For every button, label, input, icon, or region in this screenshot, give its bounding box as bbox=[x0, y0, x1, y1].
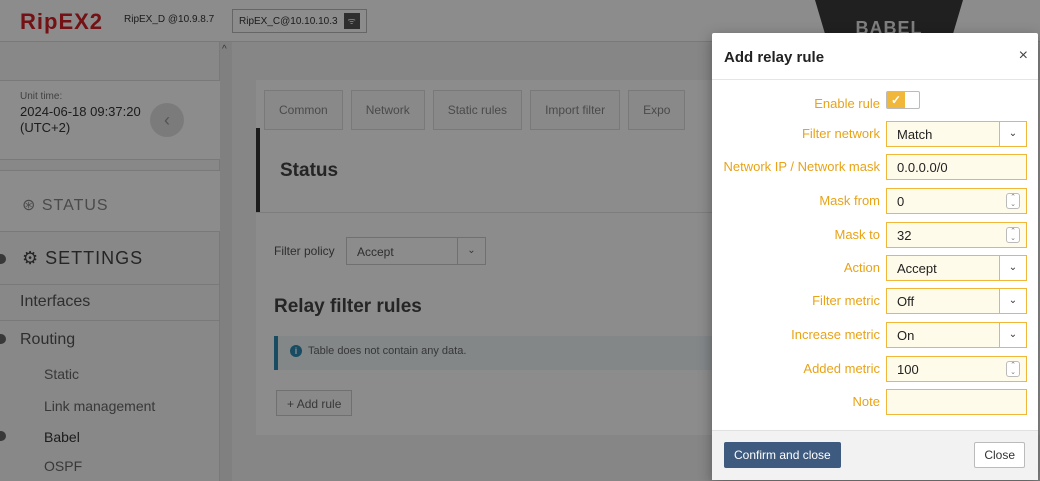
row-note: Note bbox=[712, 389, 1038, 415]
added-metric-label: Added metric bbox=[803, 361, 880, 376]
mask-to-label: Mask to bbox=[834, 227, 880, 242]
chevron-down-icon: ⌄ bbox=[999, 323, 1026, 347]
row-mask-to: Mask to 32 ⌃ ⌄ bbox=[712, 222, 1038, 248]
filter-metric-value: Off bbox=[897, 294, 915, 309]
chevron-down-icon: ⌄ bbox=[999, 289, 1026, 313]
row-increase-metric: Increase metric On ⌄ bbox=[712, 322, 1038, 348]
checkmark-icon: ✓ bbox=[887, 92, 905, 108]
close-icon[interactable]: × bbox=[1019, 47, 1028, 65]
spinner-icon[interactable]: ⌃ ⌄ bbox=[1006, 361, 1020, 377]
added-metric-input[interactable]: 100 ⌃ ⌄ bbox=[886, 356, 1027, 382]
mask-to-value: 32 bbox=[897, 228, 912, 243]
row-filter-network: Filter network Match ⌄ bbox=[712, 121, 1038, 147]
note-input[interactable] bbox=[886, 389, 1027, 415]
mask-from-label: Mask from bbox=[819, 193, 880, 208]
filter-network-value: Match bbox=[897, 127, 933, 142]
row-added-metric: Added metric 100 ⌃ ⌄ bbox=[712, 356, 1038, 382]
filter-metric-label: Filter metric bbox=[812, 293, 880, 308]
spinner-icon[interactable]: ⌃ ⌄ bbox=[1006, 193, 1020, 209]
row-mask-from: Mask from 0 ⌃ ⌄ bbox=[712, 188, 1038, 214]
row-filter-metric: Filter metric Off ⌄ bbox=[712, 288, 1038, 314]
mask-from-value: 0 bbox=[897, 194, 905, 209]
close-button[interactable]: Close bbox=[974, 442, 1025, 468]
network-ip-value: 0.0.0.0/0 bbox=[897, 160, 948, 175]
increase-metric-value: On bbox=[897, 328, 915, 343]
row-network-ip: Network IP / Network mask 0.0.0.0/0 bbox=[712, 154, 1038, 180]
enable-rule-toggle[interactable]: ✓ bbox=[886, 91, 920, 109]
enable-rule-label: Enable rule bbox=[814, 96, 880, 111]
row-action: Action Accept ⌄ bbox=[712, 255, 1038, 281]
chevron-down-icon: ⌄ bbox=[999, 122, 1026, 146]
chevron-down-icon: ⌄ bbox=[999, 256, 1026, 280]
action-value: Accept bbox=[897, 261, 937, 276]
add-relay-rule-dialog: Add relay rule × Enable rule ✓ Filter ne… bbox=[712, 33, 1038, 480]
confirm-and-close-button[interactable]: Confirm and close bbox=[724, 442, 841, 468]
filter-network-label: Filter network bbox=[801, 126, 880, 141]
increase-metric-select[interactable]: On ⌄ bbox=[886, 322, 1027, 348]
network-ip-label: Network IP / Network mask bbox=[723, 159, 880, 174]
filter-network-select[interactable]: Match ⌄ bbox=[886, 121, 1027, 147]
mask-from-input[interactable]: 0 ⌃ ⌄ bbox=[886, 188, 1027, 214]
divider bbox=[712, 79, 1038, 80]
action-select[interactable]: Accept ⌄ bbox=[886, 255, 1027, 281]
added-metric-value: 100 bbox=[897, 362, 919, 377]
action-label: Action bbox=[843, 260, 880, 275]
network-ip-input[interactable]: 0.0.0.0/0 bbox=[886, 154, 1027, 180]
dialog-title: Add relay rule bbox=[724, 49, 825, 66]
increase-metric-label: Increase metric bbox=[791, 327, 880, 342]
note-label: Note bbox=[852, 394, 880, 409]
row-enable-rule: Enable rule ✓ bbox=[712, 91, 1038, 117]
filter-metric-select[interactable]: Off ⌄ bbox=[886, 288, 1027, 314]
dialog-footer: Confirm and close Close bbox=[712, 430, 1038, 480]
spinner-icon[interactable]: ⌃ ⌄ bbox=[1006, 227, 1020, 243]
mask-to-input[interactable]: 32 ⌃ ⌄ bbox=[886, 222, 1027, 248]
